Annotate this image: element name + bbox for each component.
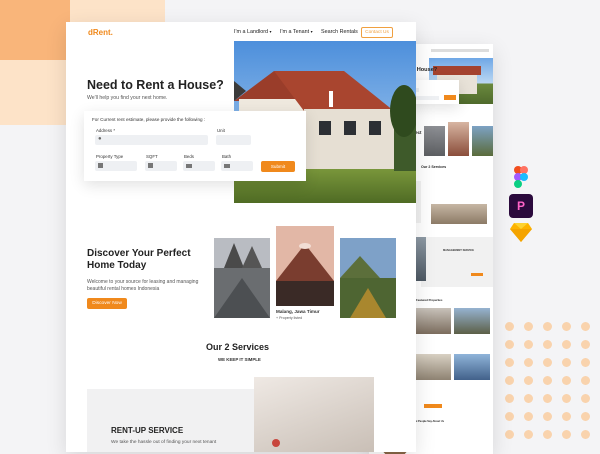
- chevron-down-icon: ▾: [269, 29, 272, 34]
- temple-photo: [214, 238, 270, 318]
- valley-photo: [340, 238, 396, 318]
- discover-now-button[interactable]: Discover Now: [87, 298, 127, 309]
- bath-input[interactable]: [221, 161, 253, 171]
- nav-tenant[interactable]: I'm a Tenant ▾: [280, 29, 313, 35]
- form-intro: For Current rent estimate, please provid…: [92, 117, 206, 122]
- volcano-photo: [276, 226, 334, 306]
- bath-icon: [224, 164, 230, 168]
- services-subtitle: WE KEEP IT SIMPLE: [218, 357, 261, 362]
- figma-icon: [510, 166, 532, 188]
- mini-featured-title: Featured Properties: [416, 298, 443, 302]
- unit-input[interactable]: [216, 135, 251, 145]
- contact-us-button[interactable]: Contact Us: [361, 27, 393, 38]
- rentup-text: We take the hassle out of finding your n…: [111, 440, 217, 445]
- area-icon: [148, 163, 153, 168]
- bed-icon: [186, 164, 192, 168]
- sketch-icon: [510, 222, 532, 242]
- main-page: dRent. I'm a Landlord ▾ I'm a Tenant ▾ S…: [66, 22, 416, 452]
- mini-nav: [431, 49, 489, 52]
- rentup-photo: [254, 377, 374, 452]
- nav-landlord[interactable]: I'm a Landlord ▾: [234, 29, 272, 35]
- discover-text: Welcome to your source for leasing and m…: [87, 279, 199, 292]
- mini-services-title: Our 2 Services: [421, 165, 447, 169]
- logo[interactable]: dRent.: [88, 28, 113, 37]
- discover-title: Discover Your Perfect Home Today: [87, 248, 191, 271]
- peach-block-dark: [0, 0, 70, 60]
- hero-subtitle: We'll help you find your next home.: [87, 95, 168, 101]
- beds-input[interactable]: [183, 161, 215, 171]
- dot-pattern-right: [505, 322, 600, 439]
- rentup-photo-accent: [272, 439, 280, 447]
- photo-caption-place: Malang, Jawa Timur: [276, 309, 320, 314]
- services-title: Our 2 Services: [206, 342, 270, 352]
- mini-rentup-photo: [431, 204, 487, 224]
- property-type-select[interactable]: [95, 161, 137, 171]
- submit-button[interactable]: Submit: [261, 161, 295, 172]
- rentup-title: RENT-UP SERVICE: [111, 426, 184, 435]
- unit-label: Unit: [217, 128, 225, 133]
- pixelmator-icon: P: [509, 194, 533, 218]
- mini-photo-3: [472, 126, 493, 156]
- address-label: Address *: [96, 128, 116, 133]
- chevron-down-icon: ▾: [310, 29, 313, 34]
- mini-management-card: MANAGEMENT SERVICE: [421, 237, 493, 287]
- hero-title: Need to Rent a House?: [87, 78, 224, 92]
- address-input[interactable]: ●: [95, 135, 208, 145]
- property-type-label: Property Type: [96, 154, 124, 159]
- mini-photo-1: [424, 126, 445, 156]
- location-pin-icon: ●: [98, 136, 102, 142]
- rent-estimate-form: For Current rent estimate, please provid…: [84, 111, 306, 181]
- beds-label: Beds: [184, 154, 195, 159]
- nav-search-rentals[interactable]: Search Rentals: [321, 29, 358, 35]
- sqft-label: SQFT: [146, 154, 158, 159]
- bath-label: Bath: [222, 154, 232, 159]
- building-icon: [98, 163, 103, 168]
- sqft-input[interactable]: [145, 161, 177, 171]
- photo-caption-sub: + Property listed: [276, 316, 303, 320]
- mini-photo-2: [448, 122, 469, 156]
